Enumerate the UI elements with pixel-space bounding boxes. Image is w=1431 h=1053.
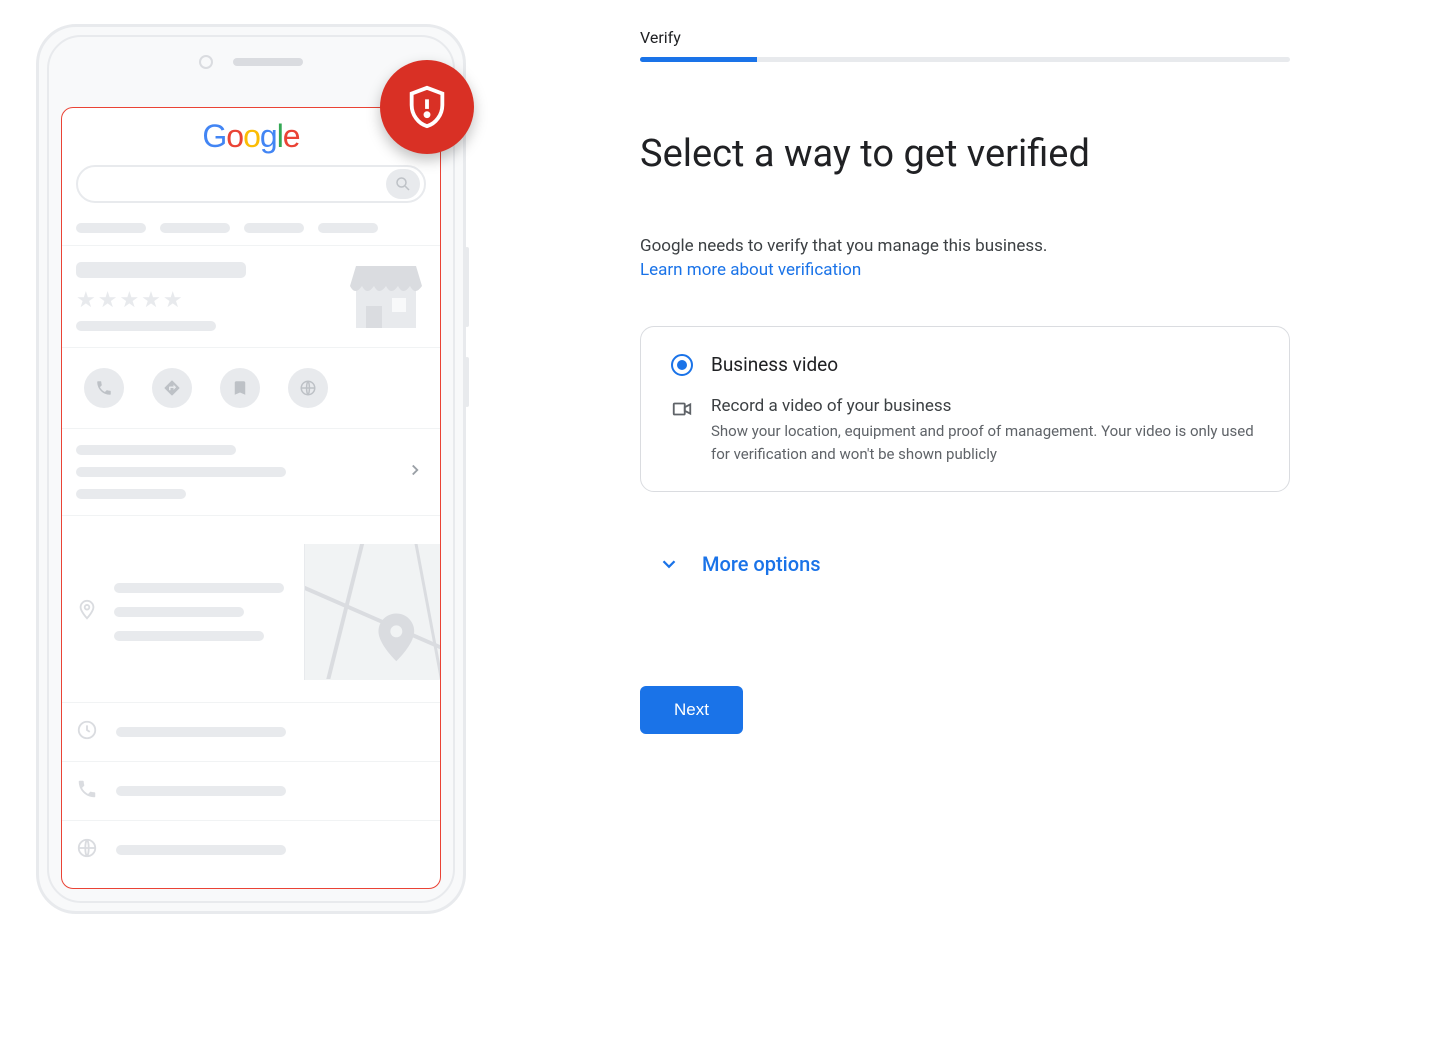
chevron-down-icon [658, 553, 680, 575]
progress-bar [640, 57, 1290, 62]
phone-frame: Google ★★★★★ [36, 24, 466, 914]
video-camera-icon [671, 398, 693, 424]
option-detail-title: Record a video of your business [711, 396, 1259, 416]
description: Google needs to verify that you manage t… [640, 236, 1290, 256]
verification-panel: Verify Select a way to get verified Goog… [640, 0, 1340, 1053]
phone-camera-icon [199, 55, 213, 69]
globe-icon [288, 368, 328, 408]
bookmark-icon [220, 368, 260, 408]
search-bar [76, 165, 426, 203]
directions-icon [152, 368, 192, 408]
search-icon [386, 169, 420, 199]
learn-more-link[interactable]: Learn more about verification [640, 260, 861, 280]
storefront-icon [346, 258, 426, 336]
illustration-panel: Google ★★★★★ [0, 0, 540, 1053]
chevron-right-icon [406, 461, 424, 483]
phone-side-button [465, 247, 469, 327]
page-title: Select a way to get verified [640, 132, 1290, 176]
phone-screen: Google ★★★★★ [61, 107, 441, 889]
radio-selected-icon[interactable] [671, 354, 693, 376]
shield-alert-icon [380, 60, 474, 154]
more-options-toggle[interactable]: More options [640, 552, 1290, 576]
clock-icon [76, 719, 98, 745]
option-detail-text: Show your location, equipment and proof … [711, 420, 1259, 465]
map-thumbnail [304, 544, 440, 680]
location-pin-icon [76, 599, 98, 625]
verification-option-card[interactable]: Business video Record a video of your bu… [640, 326, 1290, 492]
step-label: Verify [640, 28, 1290, 47]
phone-icon [84, 368, 124, 408]
next-button[interactable]: Next [640, 686, 743, 734]
phone-side-button [465, 357, 469, 407]
more-options-label: More options [702, 552, 821, 576]
globe-icon [76, 837, 98, 863]
phone-speaker-icon [233, 58, 303, 66]
phone-icon [76, 778, 98, 804]
option-label: Business video [711, 353, 838, 376]
